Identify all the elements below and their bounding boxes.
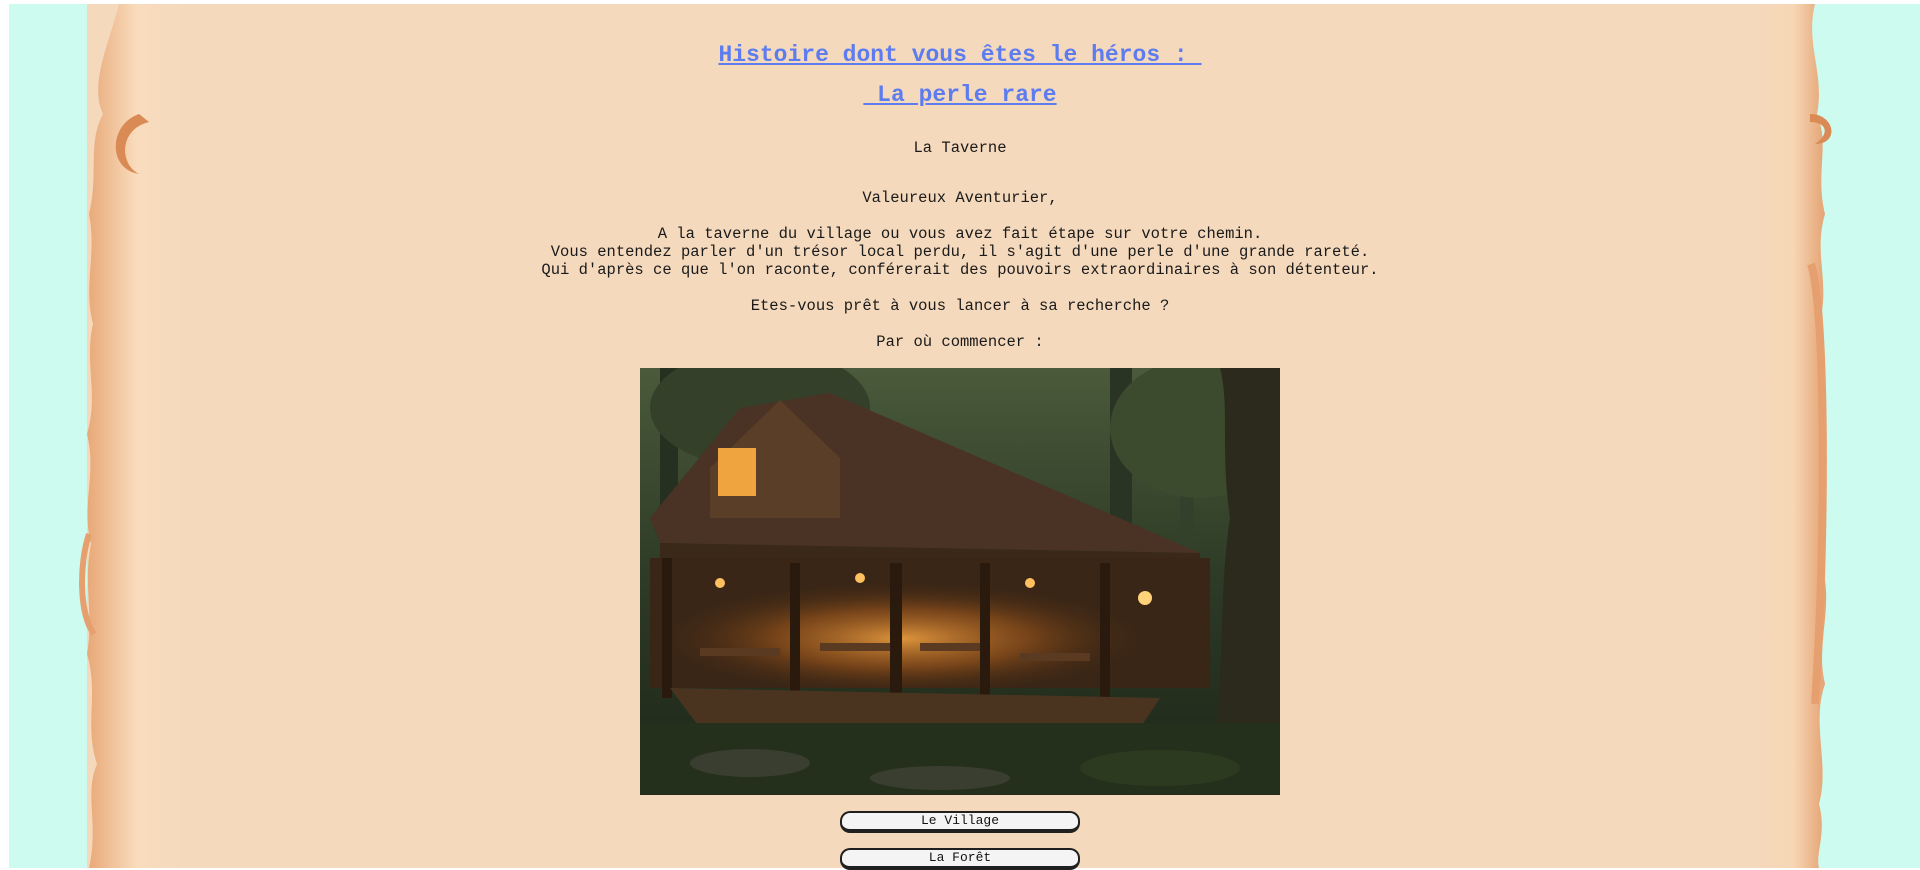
- scroll-right-edge: [1715, 4, 1832, 868]
- story-line: A la taverne du village ou vous avez fai…: [657, 225, 1263, 243]
- choice-village-button[interactable]: Le Village: [840, 811, 1080, 833]
- story-title-line-1[interactable]: Histoire dont vous êtes le héros :: [0, 35, 1920, 75]
- question-text: Etes-vous prêt à vous lancer à sa recher…: [750, 297, 1170, 315]
- tavern-illustration: [640, 368, 1280, 795]
- prompt-text: Par où commencer :: [876, 333, 1044, 351]
- greeting-text: Valeureux Aventurier,: [862, 189, 1058, 207]
- chapter-name: La Taverne: [913, 139, 1007, 157]
- scroll-left-edge: [79, 4, 229, 868]
- story-line: Qui d'après ce que l'on raconte, confére…: [541, 261, 1379, 279]
- story-line: Vous entendez parler d'un trésor local p…: [550, 243, 1370, 261]
- story-title-line-2[interactable]: La perle rare: [0, 75, 1920, 115]
- choice-forest-button[interactable]: La Forêt: [840, 848, 1080, 870]
